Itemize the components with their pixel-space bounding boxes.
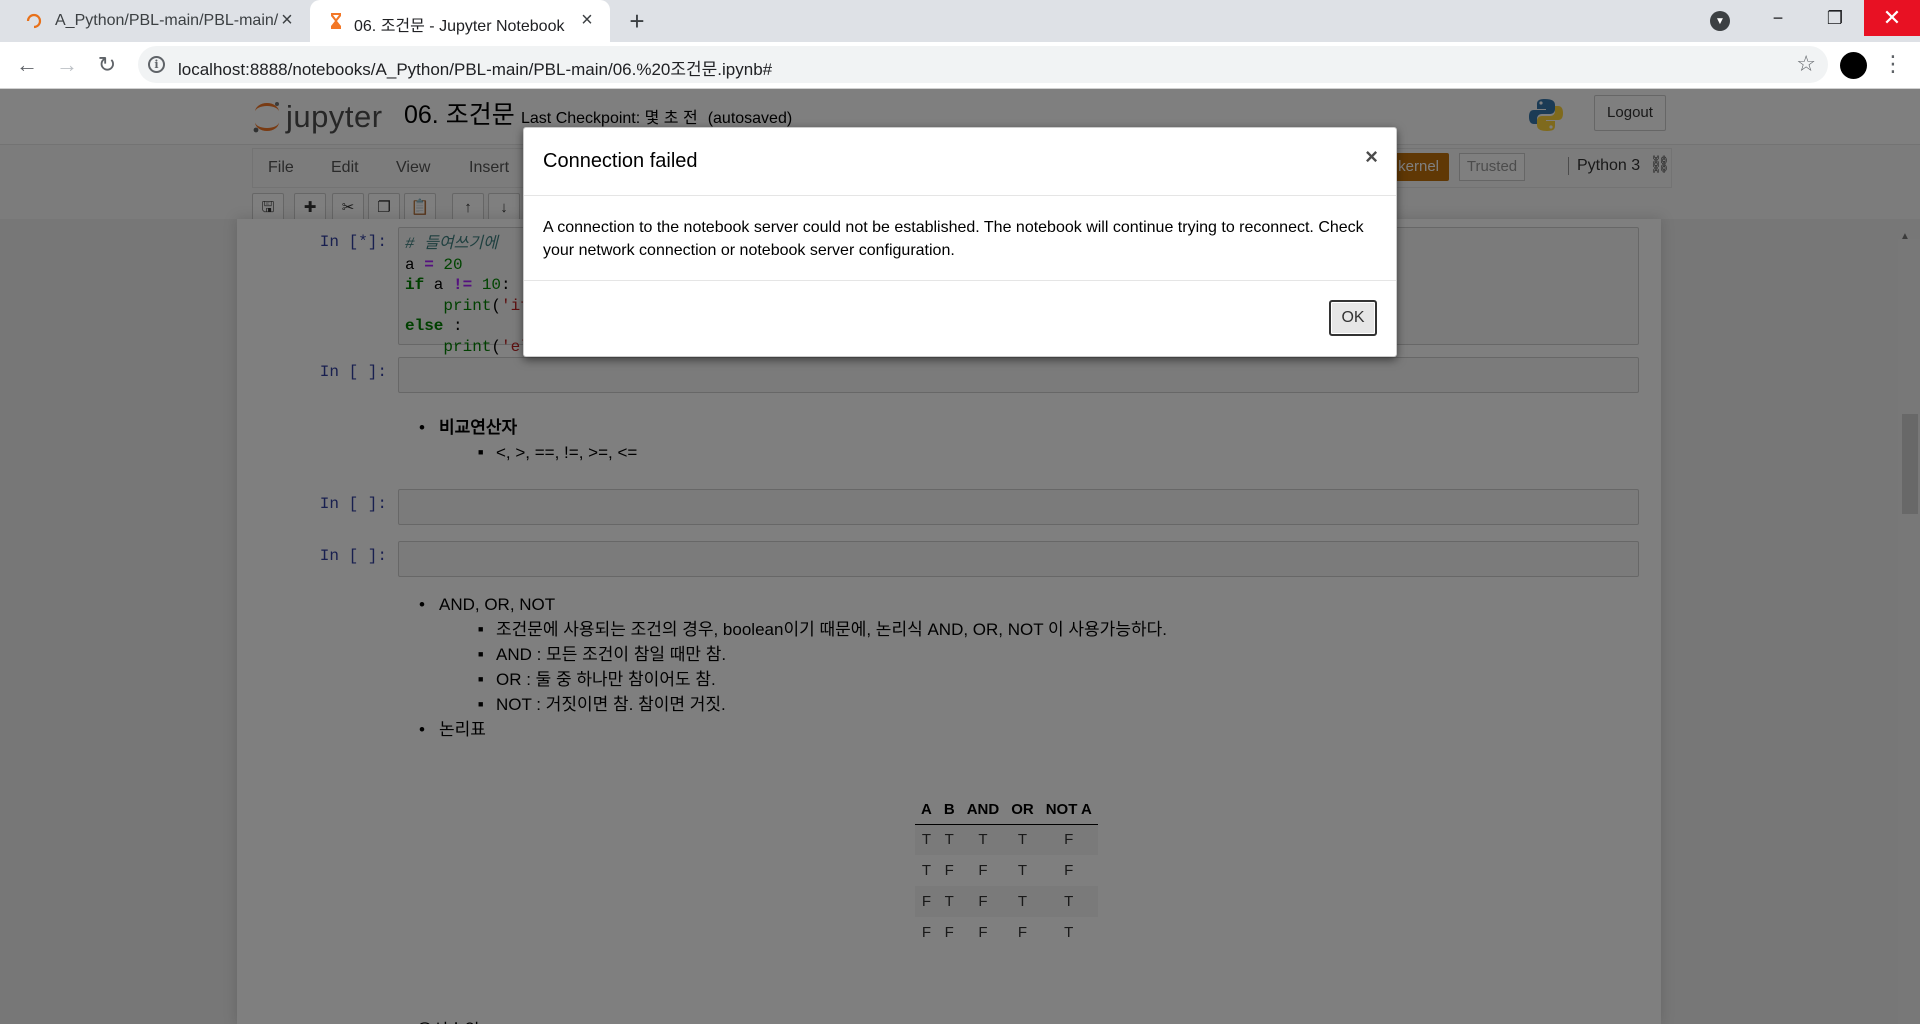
forward-arrow-icon[interactable]: →: [52, 50, 82, 80]
close-tab-icon[interactable]: ×: [576, 9, 598, 31]
browser-menu-icon[interactable]: ⋮: [1882, 50, 1904, 78]
tab-notebook[interactable]: 06. 조건문 - Jupyter Notebook ×: [310, 0, 610, 42]
address-bar[interactable]: i localhost:8888/notebooks/A_Python/PBL-…: [138, 46, 1828, 83]
dialog-footer: OK: [524, 280, 1396, 357]
tab-title: A_Python/PBL-main/PBL-main/: [55, 12, 279, 29]
reload-icon[interactable]: ↻: [92, 50, 122, 80]
bookmark-star-icon[interactable]: ☆: [1796, 51, 1816, 77]
dialog-message: A connection to the notebook server coul…: [543, 219, 1364, 259]
connection-failed-dialog: Connection failed × A connection to the …: [523, 127, 1397, 357]
dialog-title: Connection failed: [543, 150, 698, 172]
browser-tab-bar: A_Python/PBL-main/PBL-main/ × 06. 조건문 - …: [0, 0, 1920, 42]
tab-file-browser[interactable]: A_Python/PBL-main/PBL-main/ ×: [0, 0, 310, 42]
dialog-header: Connection failed ×: [524, 128, 1396, 196]
close-icon[interactable]: ×: [1365, 144, 1378, 170]
browser-toolbar: ← → ↻ i localhost:8888/notebooks/A_Pytho…: [0, 42, 1920, 89]
site-info-icon[interactable]: i: [148, 56, 165, 73]
back-arrow-icon[interactable]: ←: [12, 50, 42, 80]
window-close-button[interactable]: ✕: [1864, 0, 1920, 36]
url-text[interactable]: localhost:8888/notebooks/A_Python/PBL-ma…: [178, 55, 772, 80]
minimize-button[interactable]: −: [1749, 0, 1807, 36]
new-tab-button[interactable]: +: [622, 6, 652, 36]
hourglass-icon: [331, 13, 341, 29]
restore-button[interactable]: ❐: [1806, 0, 1864, 36]
close-tab-icon[interactable]: ×: [276, 9, 298, 31]
ok-button[interactable]: OK: [1329, 300, 1377, 336]
profile-avatar[interactable]: [1840, 52, 1867, 79]
tab-search-icon[interactable]: ▼: [1710, 11, 1730, 31]
tab-title: 06. 조건문 - Jupyter Notebook: [354, 18, 565, 35]
loading-spinner-icon: [26, 13, 42, 29]
